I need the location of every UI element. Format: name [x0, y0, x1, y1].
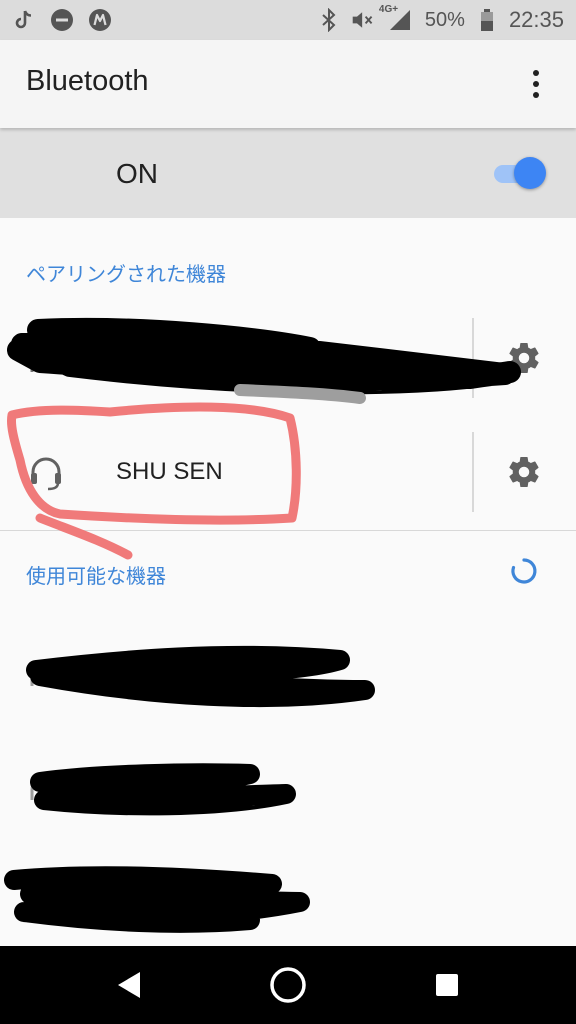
device-settings-button[interactable]	[504, 338, 544, 378]
m-app-icon	[88, 8, 112, 32]
device-icon	[26, 766, 66, 806]
clock: 22:35	[508, 7, 564, 32]
app-bar: Bluetooth	[0, 40, 576, 128]
status-bar: 4G+ 50% 22:35	[0, 0, 576, 40]
gear-icon	[509, 457, 539, 488]
device-icon	[26, 338, 66, 378]
battery-percent: 50%	[424, 8, 465, 31]
available-device-row[interactable]	[0, 730, 576, 844]
tiktok-icon	[12, 8, 36, 32]
bluetooth-state-label: ON	[116, 158, 158, 189]
navigation-bar	[0, 946, 576, 1024]
row-divider	[472, 432, 474, 512]
paired-device-row[interactable]	[0, 302, 576, 416]
available-device-row[interactable]	[0, 616, 576, 730]
vibrate-mute-icon	[351, 8, 375, 32]
gear-icon	[509, 343, 539, 374]
available-device-row[interactable]	[0, 844, 576, 958]
spinner-icon	[511, 558, 537, 584]
bluetooth-master-switch-row[interactable]: ON	[0, 128, 576, 218]
home-icon	[270, 967, 306, 1003]
do-not-disturb-icon	[50, 8, 74, 32]
bluetooth-icon	[317, 8, 341, 32]
recents-button[interactable]	[422, 960, 472, 1010]
headset-icon	[26, 452, 66, 492]
more-vert-icon	[533, 70, 539, 98]
row-divider	[472, 318, 474, 398]
paired-devices-header: ペアリングされた機器	[26, 262, 226, 286]
device-icon	[26, 880, 66, 920]
available-devices-header: 使用可能な機器	[26, 564, 166, 588]
network-type-label: 4G+	[378, 4, 399, 15]
page-title: Bluetooth	[26, 65, 149, 97]
bluetooth-toggle-switch[interactable]	[492, 156, 548, 190]
back-button[interactable]	[104, 960, 154, 1010]
home-button[interactable]	[263, 960, 313, 1010]
recents-icon	[436, 974, 458, 996]
more-options-button[interactable]	[516, 64, 556, 104]
battery-icon	[475, 8, 499, 32]
toggle-knob	[514, 157, 546, 189]
status-bar-left-icons	[12, 0, 112, 40]
device-settings-button[interactable]	[504, 452, 544, 492]
paired-device-row-shu-sen[interactable]: SHU SEN	[0, 416, 576, 530]
section-divider	[0, 530, 576, 531]
device-name: SHU SEN	[116, 458, 223, 485]
status-bar-right-icons: 4G+ 50% 22:35	[317, 0, 564, 40]
back-icon	[118, 972, 140, 998]
device-icon	[26, 652, 66, 692]
signal-4g-icon: 4G+	[379, 4, 415, 32]
